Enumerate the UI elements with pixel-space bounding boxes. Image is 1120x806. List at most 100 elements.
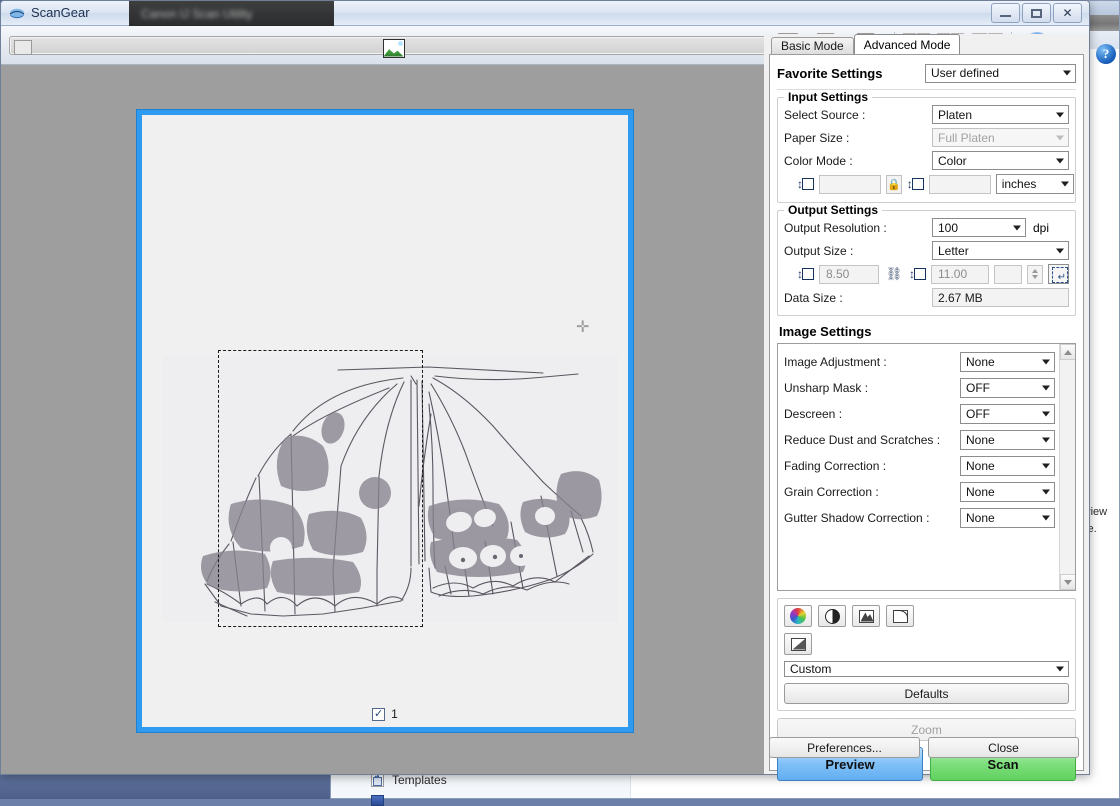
chevron-down-icon [1042,386,1050,391]
maximize-button[interactable] [1022,3,1051,23]
box-icon [802,178,814,190]
width-dimension-icon: ↕ [797,177,814,192]
gutter-shadow-dropdown[interactable]: None [960,508,1055,528]
descreen-dropdown[interactable]: OFF [960,404,1055,424]
paper-size-row: Paper Size : Full Platen [784,126,1069,149]
list-item[interactable]: Templates [371,773,447,787]
scroll-up-button[interactable] [1060,344,1076,360]
select-source-dropdown[interactable]: Platen [932,105,1069,124]
favorite-settings-value: User defined [931,66,999,80]
preview-sheet[interactable]: ✛ ✓ 1 [137,110,633,732]
tone-adjustment-group: Custom Defaults [777,598,1076,711]
list-item[interactable] [371,795,384,806]
color-mode-dropdown[interactable]: Color [932,151,1069,170]
crop-selection-frame[interactable] [218,350,423,627]
chevron-down-icon [1056,248,1064,253]
tone-curve-button[interactable] [886,605,914,627]
image-settings-scrollbar[interactable] [1059,344,1075,590]
output-width-value: 8.50 [826,267,849,281]
reduce-dust-dropdown[interactable]: None [960,430,1055,450]
output-size-dropdown[interactable]: Letter [932,241,1069,260]
crosshair-marker-icon: ✛ [576,317,589,337]
close-button[interactable]: ✕ [1053,3,1082,23]
output-size-value: Letter [938,244,969,258]
input-width-field[interactable] [819,175,881,194]
paper-size-label: Paper Size : [784,131,932,145]
histogram-button[interactable] [852,605,880,627]
scangear-app-icon [9,6,25,21]
tone-preset-dropdown[interactable]: Custom [784,661,1069,677]
tone-button-row-1 [784,605,914,627]
grain-correction-label: Grain Correction : [784,485,960,499]
color-adjustment-button[interactable] [784,605,812,627]
output-settings-group: Output Settings Output Resolution : 100 … [777,210,1076,316]
close-dialog-button[interactable]: Close [928,737,1079,758]
tab-advanced-mode[interactable]: Advanced Mode [854,34,961,54]
favorite-settings-dropdown[interactable]: User defined [925,64,1076,83]
chain-link-icon: ⛓ [884,266,904,282]
chevron-down-icon [1042,516,1050,521]
defaults-button[interactable]: Defaults [784,683,1069,704]
multi-crop-button[interactable] [9,36,768,55]
grain-correction-row: Grain Correction : None [784,479,1055,505]
chevron-down-icon [1061,182,1069,187]
thumbnail-number-label: 1 [391,707,398,721]
descreen-row: Descreen : OFF [784,401,1055,427]
data-size-value: 2.67 MB [938,291,983,305]
output-percent-field[interactable] [994,265,1022,284]
reduce-dust-row: Reduce Dust and Scratches : None [784,427,1055,453]
tab-basic-mode[interactable]: Basic Mode [771,37,854,54]
tone-button-column [784,605,914,655]
scangear-window: Canon IJ Scan Utility ScanGear ✕ ↰ [0,0,1090,775]
invert-aspect-button[interactable] [1048,264,1069,284]
histogram-icon [859,610,874,623]
fading-correction-label: Fading Correction : [784,459,960,473]
percent-stepper[interactable] [1027,265,1043,284]
stepper-up-icon[interactable] [1032,269,1038,273]
output-width-field[interactable]: 8.50 [819,265,879,284]
output-height-field[interactable]: 11.00 [931,265,989,284]
aspect-lock-button[interactable]: 🔒 [886,175,902,194]
title-bar[interactable]: Canon IJ Scan Utility ScanGear ✕ [1,1,1089,26]
final-review-button[interactable] [784,633,812,655]
thumbnail-checkbox[interactable]: ✓ [372,708,385,721]
brightness-contrast-button[interactable] [818,605,846,627]
color-wheel-icon [790,608,806,624]
height-dimension-icon: ↕ [907,177,924,192]
scroll-down-button[interactable] [1060,574,1076,590]
grain-correction-dropdown[interactable]: None [960,482,1055,502]
data-size-row: Data Size : 2.67 MB [784,286,1069,309]
unsharp-mask-dropdown[interactable]: OFF [960,378,1055,398]
tone-curve-icon [893,610,908,623]
stepper-down-icon[interactable] [1032,275,1038,279]
image-adjustment-row: Image Adjustment : None [784,349,1055,375]
descreen-value: OFF [966,407,990,421]
preferences-button[interactable]: Preferences... [769,737,920,758]
preview-area[interactable]: ✛ ✓ 1 [1,65,765,774]
chevron-down-icon [1056,667,1064,672]
brightness-contrast-icon [825,609,840,624]
input-height-field[interactable] [929,175,991,194]
tone-preset-value: Custom [790,662,831,676]
photo-ghost-icon [14,40,32,55]
reduce-dust-value: None [966,433,995,447]
chevron-down-icon [1042,360,1050,365]
image-adjustment-dropdown[interactable]: None [960,352,1055,372]
color-mode-row: Color Mode : Color [784,149,1069,172]
output-dimensions-row: ↕ 8.50 ⛓ ↕ 11.00 [784,262,1069,286]
window-title: ScanGear [31,5,90,20]
output-resolution-dropdown[interactable]: 100 [932,218,1026,237]
paper-size-dropdown: Full Platen [932,128,1069,147]
input-units-dropdown[interactable]: inches [996,174,1074,194]
context-help-icon[interactable]: ? [1096,44,1116,64]
chevron-down-icon [1042,464,1050,469]
minimize-button[interactable] [991,3,1020,23]
mode-tabs[interactable]: Basic Mode Advanced Mode [764,34,1089,54]
preview-thumbnail-footer[interactable]: ✓ 1 [142,707,628,721]
image-settings-title: Image Settings [779,324,1076,339]
minimize-icon [1000,15,1011,17]
input-settings-group: Input Settings Select Source : Platen Pa… [777,97,1076,203]
image-settings-box: Image Adjustment : None Unsharp Mask : O… [777,343,1076,591]
fading-correction-dropdown[interactable]: None [960,456,1055,476]
output-size-row: Output Size : Letter [784,239,1069,262]
